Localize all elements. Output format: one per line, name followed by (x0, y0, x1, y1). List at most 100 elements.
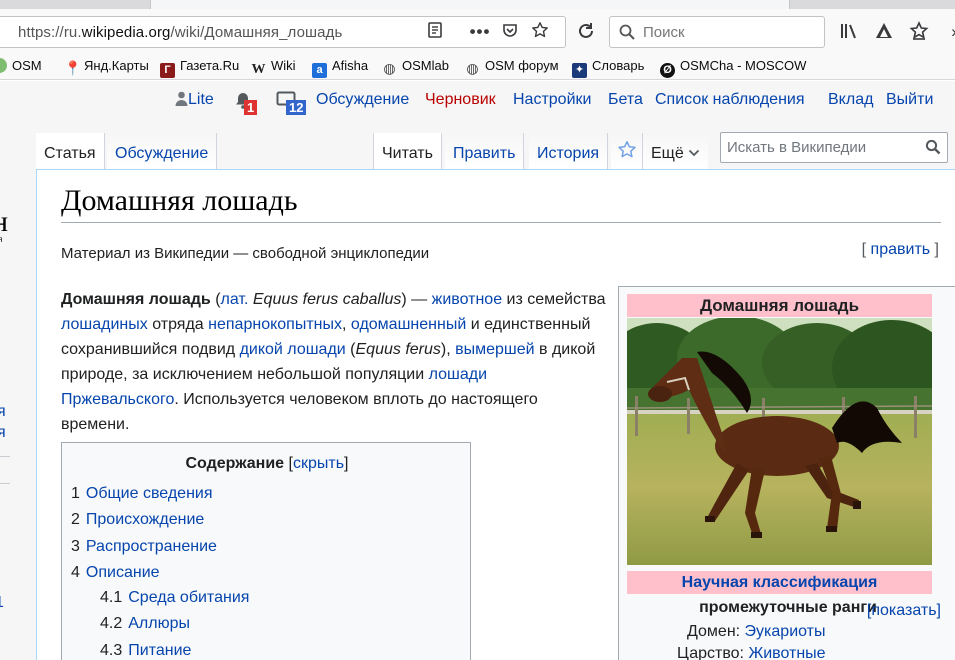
link-latin[interactable]: лат. (221, 291, 249, 308)
osm-icon (0, 58, 7, 73)
map-pin-icon: 📍 (64, 60, 82, 76)
wikipedia-logo-fragment: н (0, 205, 9, 238)
personal-toolbar: Lite 1 12 Обсуждение Черновик Настройки … (169, 91, 949, 115)
preferences-link[interactable]: Настройки (513, 91, 591, 109)
reader-view-icon[interactable] (424, 21, 446, 43)
browser-search-placeholder: Поиск (643, 24, 685, 41)
wiki-search-placeholder: Искать в Википедии (727, 139, 867, 156)
infobox-classification-header[interactable]: Научная классификация (627, 571, 932, 594)
user-icon (175, 91, 188, 106)
section-edit-link[interactable]: [ править ] (862, 241, 939, 259)
bookmark-wiki[interactable]: W Wiki (251, 58, 296, 77)
contributions-link[interactable]: Вклад (828, 91, 873, 109)
user-lite-link[interactable]: Lite (175, 91, 214, 110)
wiki-search-input[interactable]: Искать в Википедии (720, 132, 948, 163)
sidebar-link-fragment[interactable]: я (0, 424, 6, 442)
library-icon[interactable] (838, 21, 860, 43)
wikipedia-page: н я я я 1 Lite 1 12 Обсуждение Черновик … (0, 81, 955, 660)
sandbox-redlink[interactable]: Черновик (425, 91, 496, 109)
tab-history[interactable]: История (529, 133, 609, 169)
toc-hide-toggle[interactable]: скрыть (293, 455, 344, 472)
bookmark-osm[interactable]: OSM (0, 58, 42, 73)
infobox-show-toggle[interactable]: [показать] (867, 602, 941, 620)
notifications-badge: 1 (244, 100, 258, 115)
tab-read[interactable]: Читать (373, 133, 442, 169)
site-subtitle: Материал из Википедии — свободной энцикл… (61, 245, 430, 262)
address-url: https://ru.wikipedia.org/wiki/Домашняя_л… (18, 24, 343, 41)
left-sidebar-clipped: н я я я 1 (0, 81, 36, 660)
wikipedia-icon: W (251, 62, 266, 77)
toc-item[interactable]: 4.3 Питание (100, 642, 191, 660)
browser-search-bar[interactable]: Поиск (609, 16, 825, 48)
article-content: Домашняя лошадь Материал из Википедии — … (36, 169, 955, 660)
infobox: Домашняя лошадь Научная классификация пр… (618, 286, 955, 660)
tab-article[interactable]: Статья (36, 133, 105, 169)
extension-star-icon[interactable] (908, 21, 930, 43)
gazeta-icon: Г (160, 63, 175, 78)
tab-discussion[interactable]: Обсуждение (107, 133, 218, 169)
toc-item[interactable]: 1 Общие сведения (71, 485, 213, 503)
bookmark-dictionary[interactable]: ✦ Словарь (572, 58, 644, 78)
browser-toolbar: https://ru.wikipedia.org/wiki/Домашняя_л… (0, 9, 955, 54)
bookmark-afisha[interactable]: a Afisha (312, 58, 368, 78)
tab-more[interactable]: Ещё (643, 133, 709, 169)
sidebar-link-fragment[interactable]: я (0, 403, 6, 421)
wikipedia-logo-fragment-small: я (0, 235, 3, 244)
toc-item[interactable]: 4 Описание (71, 564, 160, 582)
pocket-icon[interactable] (499, 21, 521, 43)
link-extinct[interactable]: вымершей (455, 341, 534, 358)
osmcha-icon: Ø (660, 63, 675, 78)
watchlist-link[interactable]: Список наблюдения (655, 91, 805, 109)
link-animal[interactable]: животное (432, 291, 502, 308)
globe-icon: ◍ (383, 60, 396, 76)
infobox-row-domain: Домен: Эукариоты (687, 623, 826, 640)
bookmark-star-icon[interactable] (529, 21, 551, 43)
bookmark-osmlab[interactable]: ◍ OSMlab (382, 58, 449, 76)
chevron-down-icon (689, 149, 700, 157)
page-title: Домашняя лошадь (61, 184, 941, 223)
toc-item[interactable]: 4.2 Аллюры (100, 615, 190, 633)
bookmark-gazeta[interactable]: Г Газета.Ru (160, 58, 239, 78)
link-domesticated[interactable]: одомашненный (351, 316, 466, 333)
dictionary-icon: ✦ (572, 63, 587, 78)
search-icon[interactable] (925, 139, 941, 160)
globe-icon: ◍ (466, 60, 479, 76)
active-browser-tab[interactable] (150, 0, 790, 9)
toc-item[interactable]: 2 Происхождение (71, 511, 204, 529)
sidebar-link-fragment[interactable]: 1 (0, 594, 4, 612)
bookmarks-toolbar: OSM 📍 Янд.Карты Г Газета.Ru W Wiki a Afisha … (0, 54, 955, 80)
messages-button[interactable]: 12 (276, 91, 307, 115)
tab-edit[interactable]: Править (445, 133, 525, 169)
infobox-row-kingdom: Царство: Животные (677, 645, 826, 660)
address-bar[interactable]: https://ru.wikipedia.org/wiki/Домашняя_л… (0, 16, 566, 48)
lead-paragraph: Домашняя лошадь (лат. Equus ferus caball… (61, 291, 606, 433)
link-animals[interactable]: Животные (748, 645, 825, 660)
overflow-menu-icon[interactable]: › (943, 21, 955, 43)
toc-title: Содержание [скрыть] (185, 455, 349, 472)
link-equidae[interactable]: лошадиных (61, 316, 148, 333)
bookmark-osm-forum[interactable]: ◍ OSM форум (465, 58, 558, 76)
logout-link[interactable]: Выйти (886, 91, 933, 109)
afisha-icon: a (312, 63, 327, 78)
beta-link[interactable]: Бета (608, 91, 643, 109)
sync-account-icon[interactable] (873, 21, 895, 43)
table-of-contents: Содержание [скрыть] 1 Общие сведения 2 Про… (61, 442, 471, 660)
page-actions-icon[interactable]: ••• (469, 21, 491, 43)
watch-star-icon (618, 141, 636, 158)
search-icon (618, 23, 636, 46)
user-talk-link[interactable]: Обсуждение (316, 91, 409, 109)
link-eukaryotes[interactable]: Эукариоты (745, 623, 826, 640)
link-perissodactyla[interactable]: непарнокопытных (208, 316, 342, 333)
link-wild-horse[interactable]: дикой лошади (240, 341, 346, 358)
notifications-button[interactable]: 1 (234, 91, 258, 115)
bookmark-osmcha[interactable]: Ø OSMCha - MOSCOW (660, 58, 806, 78)
watch-star-button[interactable] (611, 133, 643, 169)
reload-icon[interactable] (575, 21, 597, 43)
browser-tab-strip (0, 0, 955, 9)
toc-item[interactable]: 4.1 Среда обитания (100, 589, 249, 607)
messages-badge: 12 (286, 100, 307, 115)
horse-photo[interactable] (627, 318, 932, 565)
toc-item[interactable]: 3 Распространение (71, 538, 217, 556)
infobox-title: Домашняя лошадь (627, 294, 932, 317)
bookmark-yandex-maps[interactable]: 📍 Янд.Карты (64, 58, 149, 76)
